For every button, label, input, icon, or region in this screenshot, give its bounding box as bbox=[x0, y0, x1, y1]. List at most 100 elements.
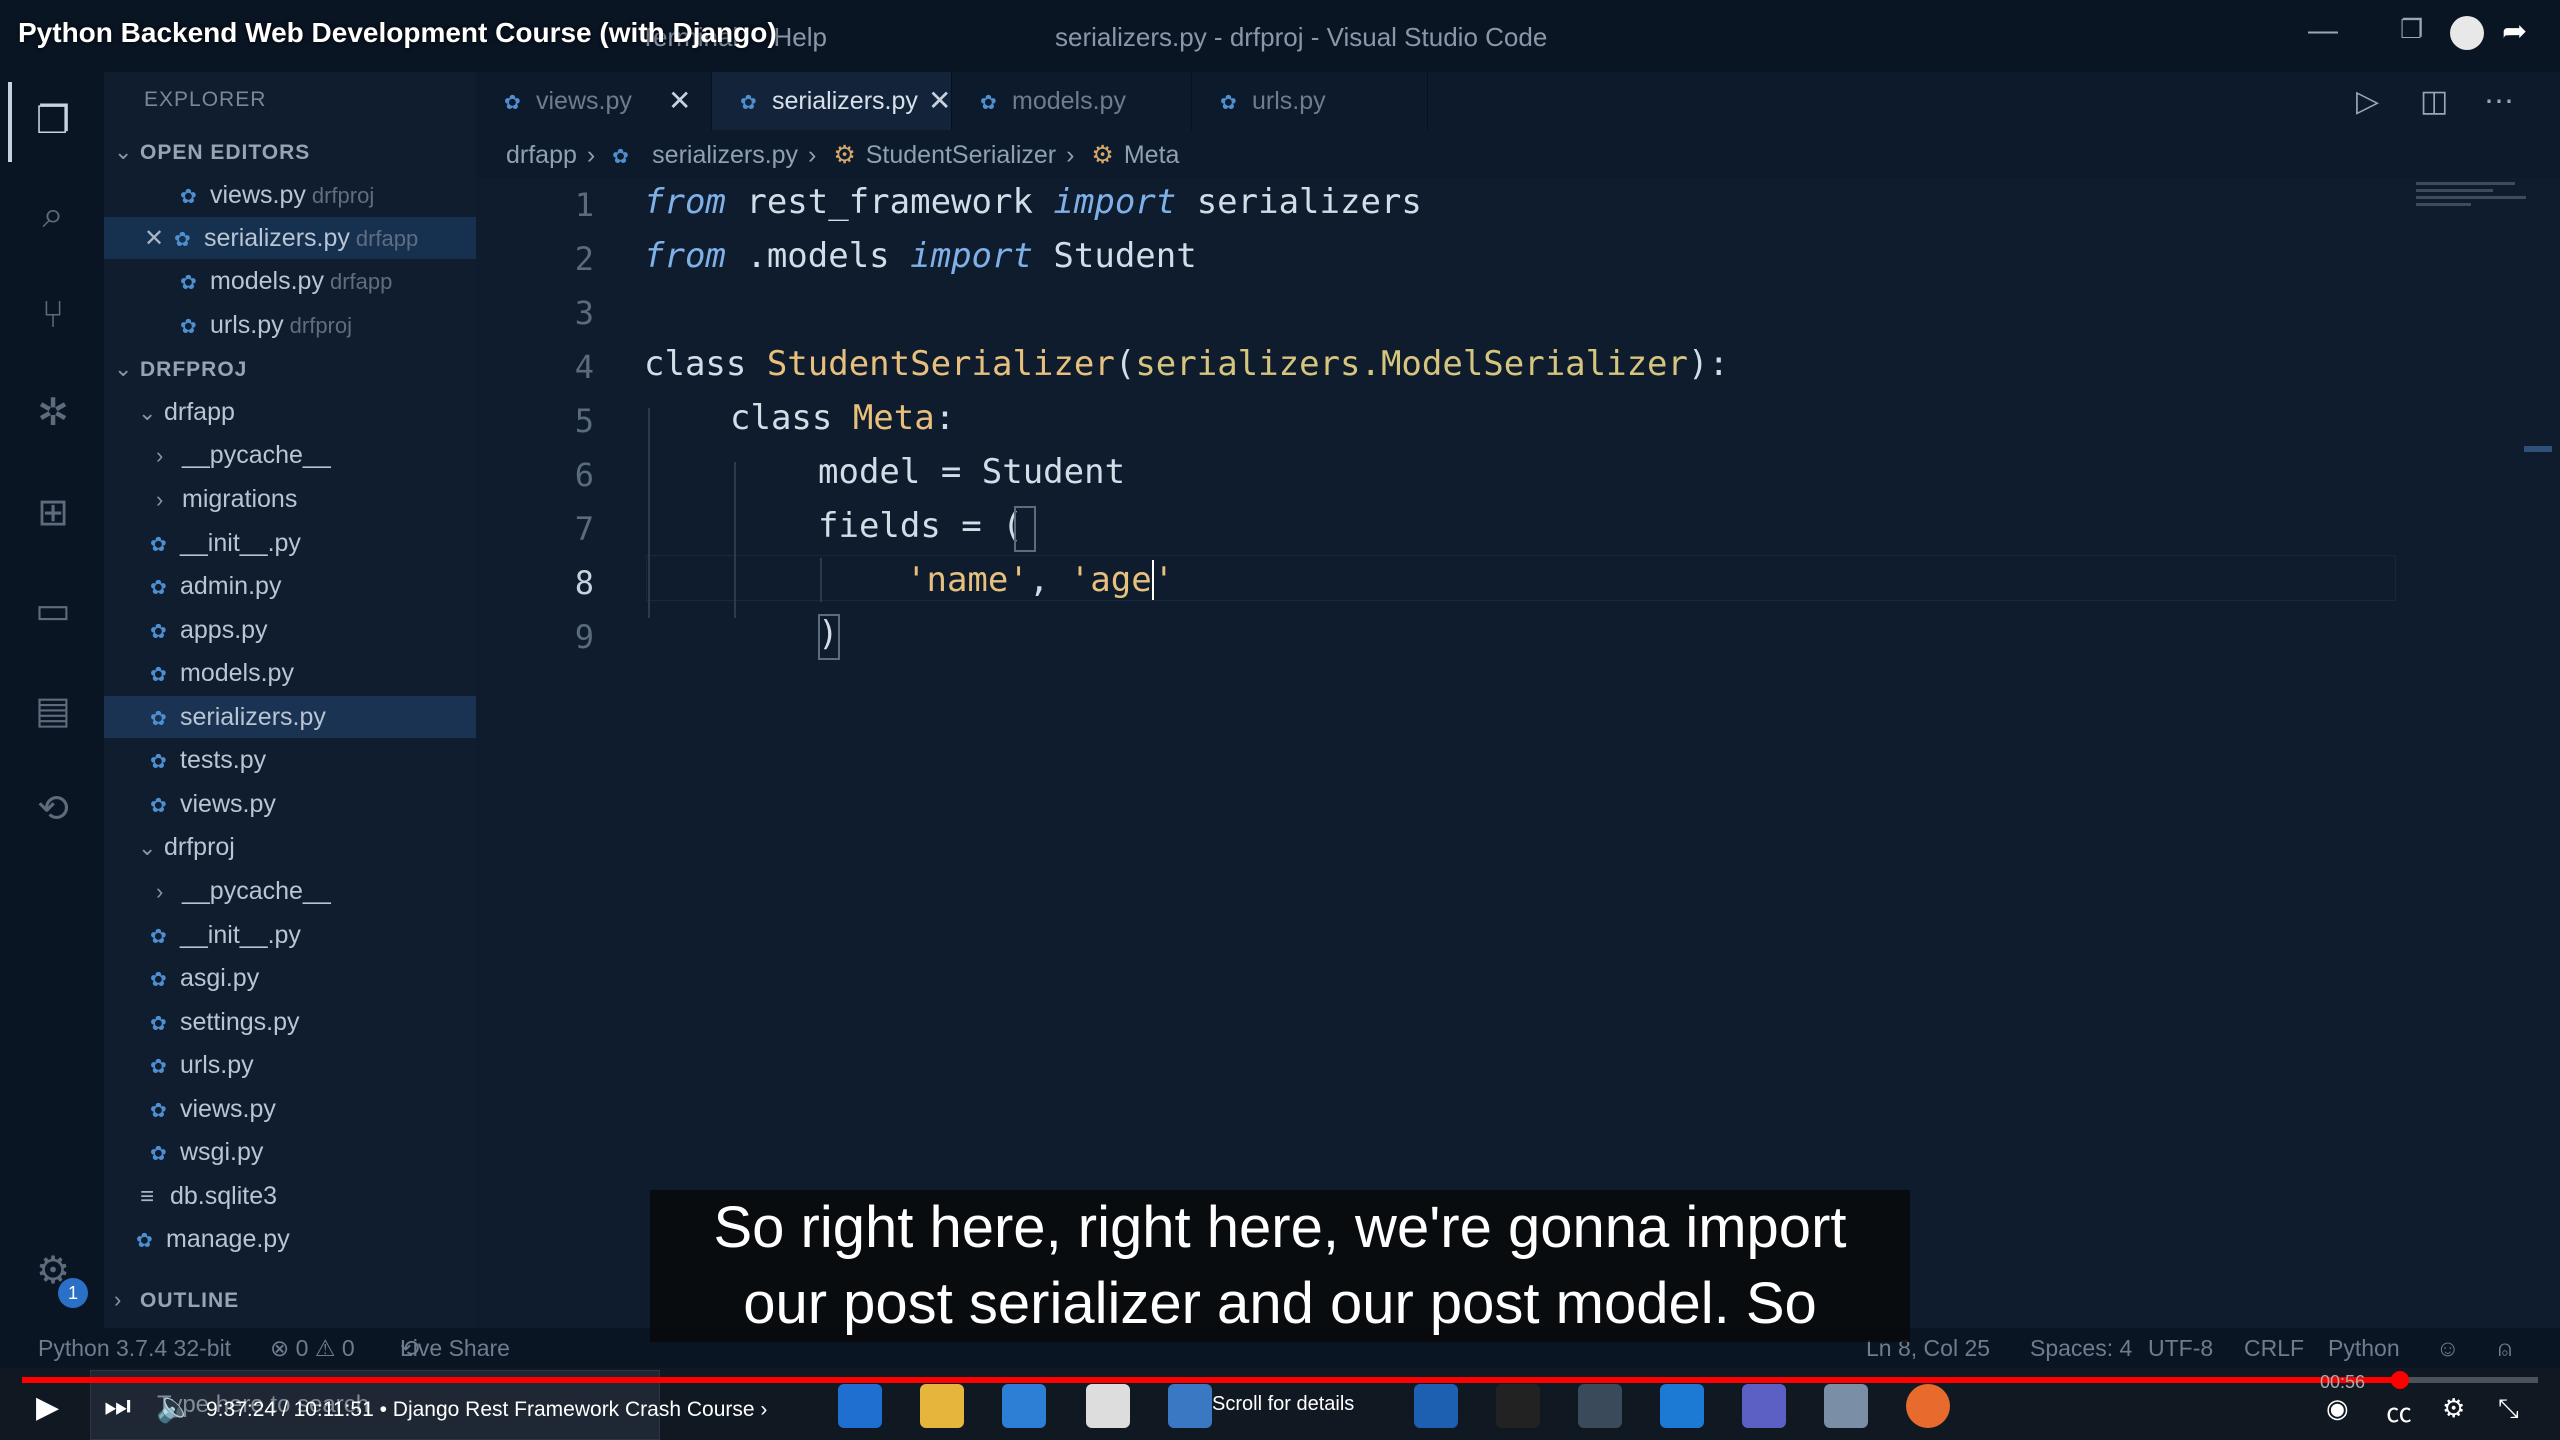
close-icon[interactable]: ✕ bbox=[144, 218, 174, 260]
explorer-icon[interactable]: ❐ bbox=[30, 98, 76, 144]
volume-icon[interactable]: 🔈 bbox=[156, 1390, 193, 1425]
tree-file[interactable]: ✿ models.py bbox=[104, 652, 476, 694]
python-file-icon: ✿ bbox=[150, 926, 167, 948]
source-control-icon[interactable]: ⑂ bbox=[30, 292, 76, 338]
python-file-icon: ✿ bbox=[150, 534, 167, 556]
close-icon[interactable]: ✕ bbox=[928, 72, 951, 130]
captions-icon[interactable]: ㏄ bbox=[2386, 1393, 2412, 1430]
search-icon[interactable]: ⌕ bbox=[30, 192, 76, 238]
vscode-icon[interactable] bbox=[1660, 1384, 1704, 1428]
run-icon[interactable]: ▷ bbox=[2356, 84, 2379, 119]
open-editor-item[interactable]: ✿ models.py drfapp bbox=[104, 260, 476, 302]
indent-guide bbox=[734, 462, 736, 618]
code-editor[interactable]: 1 2 3 4 5 6 7 8 9 from rest_framework im… bbox=[476, 178, 2560, 1328]
tree-file[interactable]: ✿ __init__.py bbox=[104, 522, 476, 564]
split-editor-icon[interactable]: ◫ bbox=[2420, 84, 2448, 119]
editor-tabs: ✿ views.py ✕ ✿ serializers.py ✕ ✿ models.py… bbox=[476, 72, 2560, 130]
video-title[interactable]: Python Backend Web Development Course (w… bbox=[18, 17, 777, 49]
open-editors-section[interactable]: ⌄ OPEN EDITORS bbox=[104, 130, 476, 172]
encoding[interactable]: UTF-8 bbox=[2148, 1328, 2213, 1368]
tree-file[interactable]: ✿ urls.py bbox=[104, 1044, 476, 1086]
tree-file[interactable]: ✿ tests.py bbox=[104, 739, 476, 781]
tree-file[interactable]: ✿ manage.py bbox=[104, 1218, 476, 1260]
remote-explorer-icon[interactable]: ▤ bbox=[30, 688, 76, 734]
open-editor-item-selected[interactable]: ✕ ✿ serializers.py drfapp bbox=[104, 217, 476, 259]
fullscreen-exit-icon[interactable]: ⤡ bbox=[2498, 1393, 2519, 1425]
next-icon[interactable]: ⏭ bbox=[104, 1390, 131, 1424]
tree-folder[interactable]: ⌄ drfapp bbox=[104, 391, 476, 433]
amazon-icon[interactable] bbox=[1086, 1384, 1130, 1428]
breadcrumb-meta[interactable]: Meta bbox=[1124, 141, 1180, 169]
teams-icon[interactable] bbox=[1742, 1384, 1786, 1428]
folder-icon[interactable]: ▭ bbox=[30, 588, 76, 634]
bracket-match bbox=[818, 614, 840, 660]
tree-file[interactable]: ✿ admin.py bbox=[104, 565, 476, 607]
tree-folder[interactable]: › migrations bbox=[104, 478, 476, 520]
notifications-icon[interactable]: ⍝ bbox=[2498, 1328, 2512, 1368]
tree-folder[interactable]: › __pycache__ bbox=[104, 870, 476, 912]
settings-icon[interactable]: ⚙ bbox=[2442, 1393, 2465, 1424]
autoplay-toggle[interactable]: ◉ bbox=[2326, 1393, 2349, 1424]
debug-icon[interactable]: ✲ bbox=[30, 390, 76, 436]
tree-file[interactable]: ✿ settings.py bbox=[104, 1001, 476, 1043]
language-mode[interactable]: Python bbox=[2328, 1328, 2400, 1368]
terminal-icon[interactable] bbox=[1496, 1384, 1540, 1428]
tab-urls[interactable]: ✿ urls.py bbox=[1192, 72, 1428, 130]
line-number: 9 bbox=[574, 618, 594, 656]
minimap[interactable] bbox=[2416, 182, 2526, 222]
scroll-for-details[interactable]: Scroll for details bbox=[1212, 1393, 1354, 1416]
outline-section[interactable]: › OUTLINE bbox=[104, 1278, 476, 1320]
live-share-icon[interactable]: ⟲ bbox=[30, 786, 76, 832]
line-number: 7 bbox=[574, 510, 594, 548]
tab-models[interactable]: ✿ models.py bbox=[952, 72, 1192, 130]
breadcrumb-folder[interactable]: drfapp bbox=[506, 141, 577, 169]
line-ending[interactable]: CRLF bbox=[2244, 1328, 2304, 1368]
close-icon[interactable]: ✕ bbox=[668, 72, 691, 130]
extensions-icon[interactable]: ⊞ bbox=[30, 490, 76, 536]
chevron-down-icon: ⌄ bbox=[138, 835, 157, 860]
dropbox-icon[interactable] bbox=[1168, 1384, 1212, 1428]
more-actions-icon[interactable]: ⋯ bbox=[2484, 84, 2514, 119]
basketball-icon[interactable] bbox=[1906, 1384, 1950, 1428]
breadcrumb: drfapp › ✿ serializers.py › ⚙ StudentSeriali… bbox=[506, 140, 1189, 170]
video-time[interactable]: 9:37:24 / 10:11:51 • Django Rest Framewo… bbox=[206, 1398, 767, 1422]
tree-file-active[interactable]: ✿ serializers.py bbox=[104, 696, 476, 738]
minimize-icon[interactable]: — bbox=[2308, 14, 2338, 48]
tree-file[interactable]: ✿ views.py bbox=[104, 783, 476, 825]
tree-folder[interactable]: ⌄ drfproj bbox=[104, 826, 476, 868]
share-icon[interactable]: ➦ bbox=[2502, 14, 2527, 49]
open-editor-item[interactable]: ✿ views.py drfproj bbox=[104, 174, 476, 216]
play-icon[interactable]: ▶ bbox=[36, 1390, 59, 1425]
restore-icon[interactable]: ❐ bbox=[2400, 14, 2423, 45]
breadcrumb-file[interactable]: serializers.py bbox=[652, 141, 798, 169]
python-file-icon: ✿ bbox=[150, 664, 167, 686]
indent-guide bbox=[820, 558, 822, 602]
project-section[interactable]: ⌄ DRFPROJ bbox=[104, 347, 476, 389]
tree-folder[interactable]: › __pycache__ bbox=[104, 434, 476, 476]
breadcrumb-class[interactable]: StudentSerializer bbox=[866, 141, 1056, 169]
store-icon[interactable] bbox=[1414, 1384, 1458, 1428]
indentation[interactable]: Spaces: 4 bbox=[2030, 1328, 2132, 1368]
line-number: 4 bbox=[574, 348, 594, 386]
menu-help[interactable]: Help bbox=[773, 22, 826, 52]
problems-indicator[interactable]: ⊗ 0 ⚠ 0 bbox=[270, 1328, 355, 1368]
tree-file[interactable]: ≡ db.sqlite3 bbox=[104, 1175, 476, 1217]
open-editor-item[interactable]: ✿ urls.py drfproj bbox=[104, 304, 476, 346]
feedback-icon[interactable]: ☺ bbox=[2436, 1328, 2459, 1368]
tree-file[interactable]: ✿ asgi.py bbox=[104, 957, 476, 999]
progress-scrubber[interactable] bbox=[2390, 1371, 2409, 1389]
tree-file[interactable]: ✿ apps.py bbox=[104, 609, 476, 651]
watch-later-icon[interactable] bbox=[2450, 16, 2484, 50]
file-explorer-icon[interactable] bbox=[920, 1384, 964, 1428]
tree-file[interactable]: ✿ __init__.py bbox=[104, 914, 476, 956]
scrollbar-thumb[interactable] bbox=[2524, 446, 2552, 452]
tree-file[interactable]: ✿ wsgi.py bbox=[104, 1131, 476, 1173]
edge-icon[interactable] bbox=[838, 1384, 882, 1428]
python-file-icon: ✿ bbox=[136, 1230, 153, 1252]
tab-serializers[interactable]: ✿ serializers.py bbox=[712, 72, 952, 130]
mail-icon[interactable] bbox=[1002, 1384, 1046, 1428]
python-interpreter[interactable]: Python 3.7.4 32-bit bbox=[38, 1328, 231, 1368]
tree-file[interactable]: ✿ views.py bbox=[104, 1088, 476, 1130]
app-icon[interactable] bbox=[1824, 1384, 1868, 1428]
obs-icon[interactable] bbox=[1578, 1384, 1622, 1428]
